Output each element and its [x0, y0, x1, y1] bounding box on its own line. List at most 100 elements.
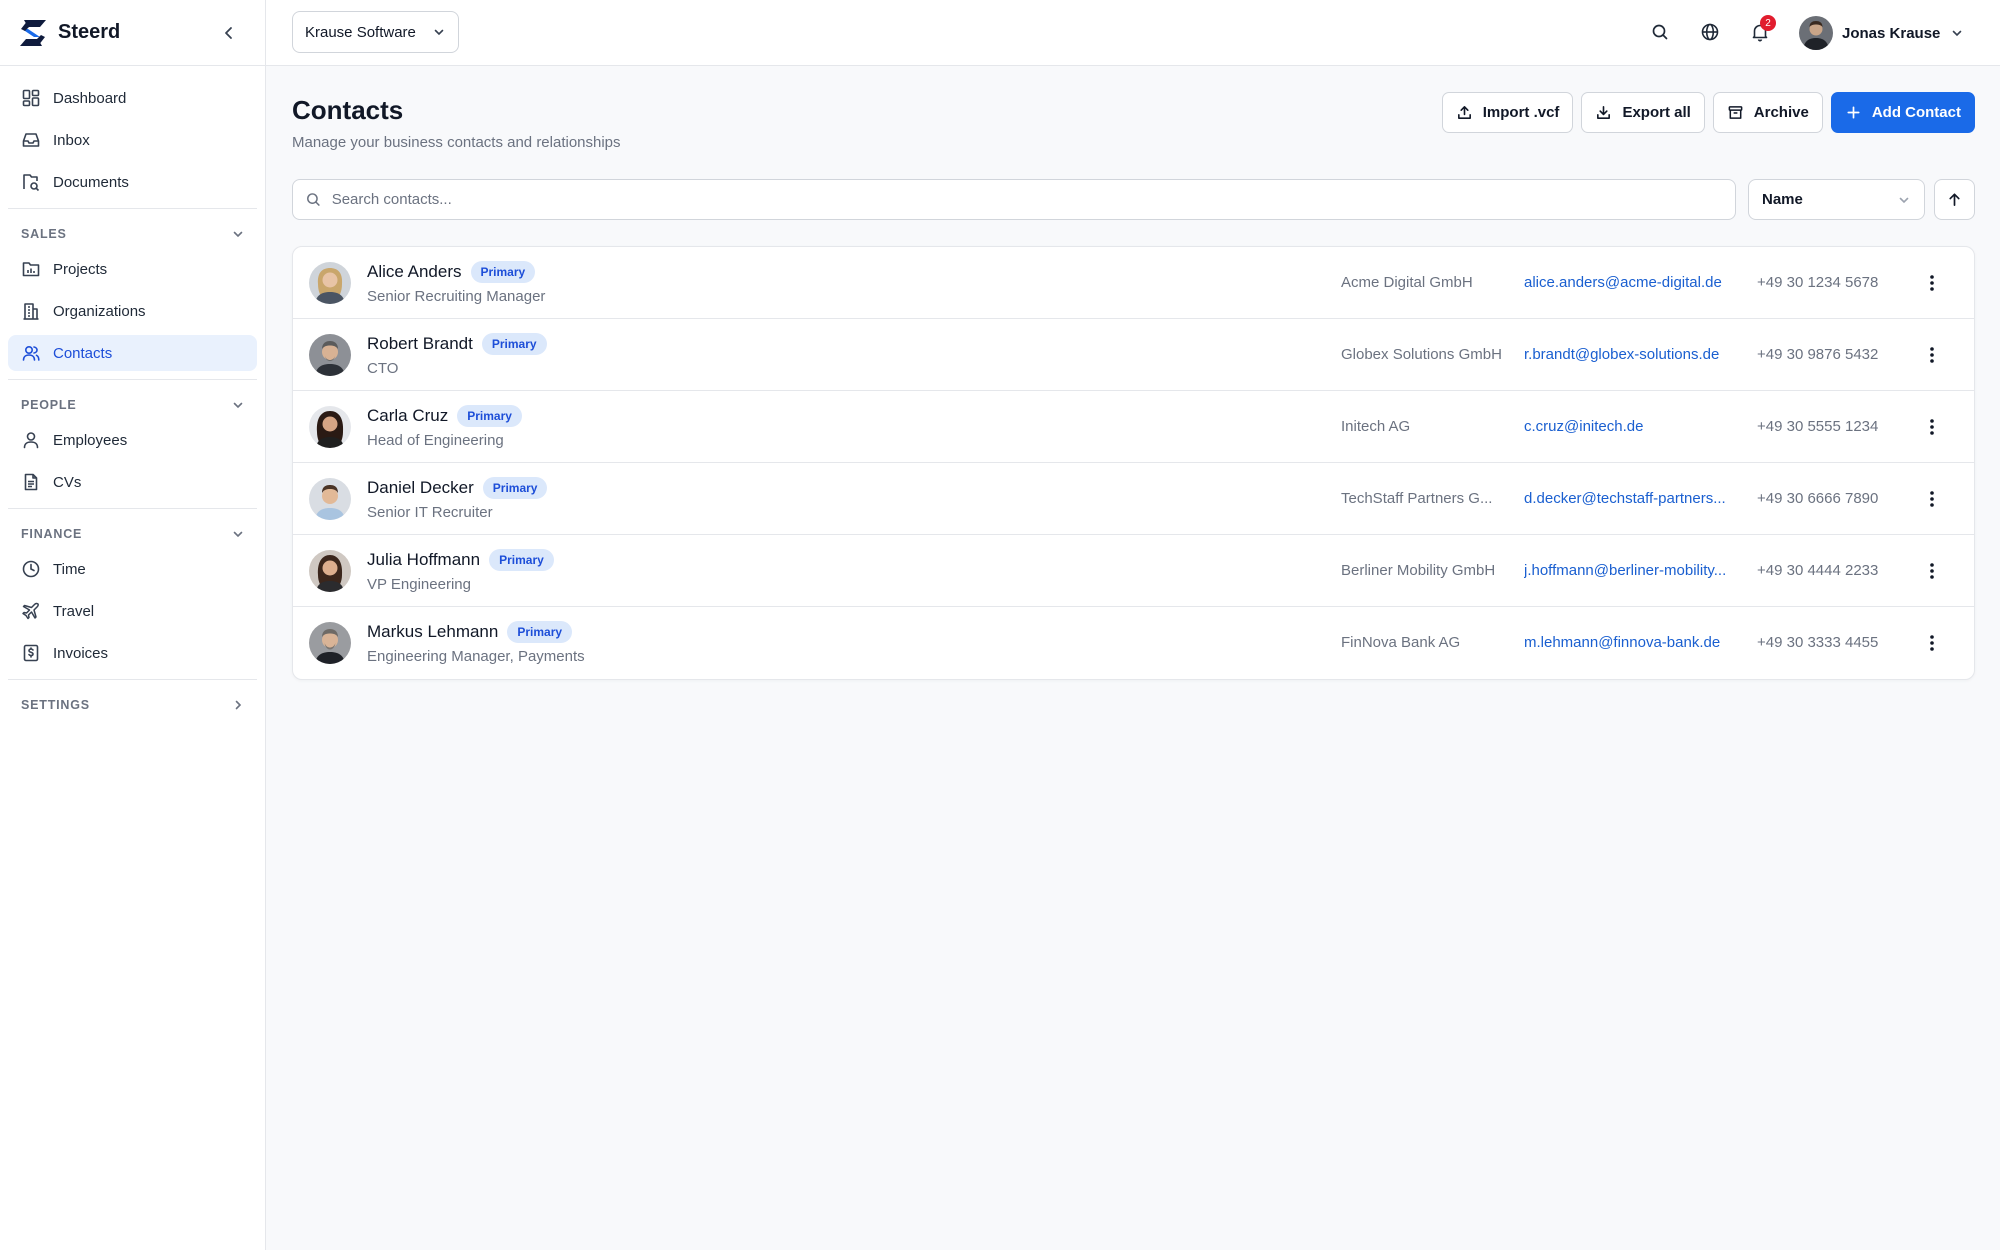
plane-icon — [22, 602, 39, 620]
contact-phone: +49 30 6666 7890 — [1757, 490, 1879, 507]
primary-badge: Primary — [489, 549, 554, 571]
notification-count-badge: 2 — [1760, 15, 1776, 31]
contact-row[interactable]: Markus Lehmann Primary Engineering Manag… — [293, 607, 1974, 679]
contact-email-link[interactable]: r.brandt@globex-solutions.de — [1524, 346, 1742, 363]
sidebar-item-travel[interactable]: Travel — [8, 593, 257, 629]
archive-icon — [1728, 106, 1743, 119]
button-label: Import .vcf — [1482, 104, 1560, 121]
avatar — [309, 478, 351, 520]
primary-badge: Primary — [470, 261, 536, 283]
contact-name: Julia Hoffmann — [367, 550, 481, 569]
sidebar-item-inbox[interactable]: Inbox — [8, 122, 257, 158]
sidebar-item-invoices[interactable]: Invoices — [8, 635, 257, 671]
contact-company: FinNova Bank AG — [1341, 634, 1461, 651]
contact-email-link[interactable]: c.cruz@initech.de — [1524, 418, 1742, 435]
sidebar-divider — [8, 379, 257, 380]
contact-company: Globex Solutions GmbH — [1341, 346, 1502, 363]
archive-button[interactable]: Archive — [1712, 92, 1823, 133]
chevron-down-icon — [233, 231, 243, 238]
sidebar-item-label: Organizations — [53, 302, 146, 320]
add-contact-button[interactable]: Add Contact — [1830, 92, 1975, 133]
more-options-icon[interactable] — [1920, 271, 1944, 295]
sidebar-item-label: Travel — [53, 602, 95, 620]
contact-phone: +49 30 3333 4455 — [1757, 634, 1879, 651]
sidebar-item-dashboard[interactable]: Dashboard — [8, 80, 257, 116]
search-icon[interactable] — [1649, 21, 1671, 43]
contact-row[interactable]: Robert Brandt Primary CTO Globex Solutio… — [293, 319, 1974, 391]
contact-name: Robert Brandt — [367, 334, 473, 353]
section-label: FINANCE — [21, 527, 83, 541]
section-header-settings[interactable]: SETTINGS — [8, 688, 257, 722]
contact-email-link[interactable]: alice.anders@acme-digital.de — [1524, 274, 1742, 291]
sidebar: Steerd Dashboard Inbox Documents SALES P… — [0, 0, 266, 1250]
sidebar-divider — [8, 679, 257, 680]
avatar — [309, 406, 351, 448]
more-options-icon[interactable] — [1920, 559, 1944, 583]
contact-role: Senior Recruiting Manager — [367, 288, 546, 305]
sort-direction-button[interactable] — [1934, 179, 1975, 220]
contact-name: Carla Cruz — [367, 406, 449, 425]
sidebar-item-projects[interactable]: Projects — [8, 251, 257, 287]
contact-email-link[interactable]: d.decker@techstaff-partners... — [1524, 490, 1742, 507]
sidebar-item-label: Employees — [53, 431, 128, 449]
steerd-logo-icon — [20, 19, 46, 46]
folder-chart-icon — [22, 262, 40, 277]
user-icon — [23, 432, 39, 449]
section-label: PEOPLE — [21, 398, 77, 412]
search-field[interactable] — [292, 179, 1736, 220]
contact-row[interactable]: Julia Hoffmann Primary VP Engineering Be… — [293, 535, 1974, 607]
contact-email-link[interactable]: j.hoffmann@berliner-mobility... — [1524, 562, 1742, 579]
globe-icon[interactable] — [1699, 21, 1721, 43]
sort-field-select[interactable]: Name — [1748, 179, 1925, 220]
documents-icon — [23, 174, 40, 192]
sidebar-divider — [8, 508, 257, 509]
sidebar-item-time[interactable]: Time — [8, 551, 257, 587]
avatar — [309, 334, 351, 376]
sidebar-item-label: Time — [53, 560, 86, 578]
sidebar-item-documents[interactable]: Documents — [8, 164, 257, 200]
sidebar-item-contacts[interactable]: Contacts — [8, 335, 257, 371]
import-vcf-button[interactable]: Import .vcf — [1441, 92, 1574, 133]
chevron-down-icon — [233, 402, 243, 409]
more-options-icon[interactable] — [1920, 487, 1944, 511]
chevron-down-icon — [434, 29, 444, 36]
section-header-people[interactable]: PEOPLE — [8, 388, 257, 422]
contact-phone: +49 30 4444 2233 — [1757, 562, 1879, 579]
sidebar-item-organizations[interactable]: Organizations — [8, 293, 257, 329]
contact-role: Senior IT Recruiter — [367, 504, 493, 521]
sidebar-item-label: Projects — [53, 260, 108, 278]
section-header-sales[interactable]: SALES — [8, 217, 257, 251]
user-menu[interactable]: Jonas Krause — [1799, 15, 1964, 51]
chevron-down-icon — [1899, 197, 1909, 203]
building-icon — [23, 303, 39, 320]
more-options-icon[interactable] — [1920, 631, 1944, 655]
avatar — [309, 622, 351, 664]
section-header-finance[interactable]: FINANCE — [8, 517, 257, 551]
clock-icon — [22, 560, 40, 578]
contact-role: Head of Engineering — [367, 432, 504, 449]
arrow-up-icon — [1949, 193, 1960, 207]
button-label: Archive — [1753, 104, 1809, 121]
contact-row[interactable]: Carla Cruz Primary Head of Engineering I… — [293, 391, 1974, 463]
search-input[interactable] — [331, 191, 1723, 208]
search-icon — [307, 193, 320, 206]
contact-row[interactable]: Alice Anders Primary Senior Recruiting M… — [293, 247, 1974, 319]
page-subtitle: Manage your business contacts and relati… — [292, 134, 621, 151]
export-all-button[interactable]: Export all — [1581, 92, 1705, 133]
sidebar-nav: Dashboard Inbox Documents SALES Projects… — [0, 66, 265, 722]
sidebar-item-label: Invoices — [53, 644, 109, 662]
sidebar-item-employees[interactable]: Employees — [8, 422, 257, 458]
contact-name-line: Robert Brandt Primary — [367, 333, 547, 355]
more-options-icon[interactable] — [1920, 343, 1944, 367]
collapse-sidebar-icon[interactable] — [219, 22, 239, 44]
more-options-icon[interactable] — [1920, 415, 1944, 439]
organization-switcher[interactable]: Krause Software — [292, 11, 459, 53]
sidebar-item-cvs[interactable]: CVs — [8, 464, 257, 500]
sidebar-divider — [8, 208, 257, 209]
contact-row[interactable]: Daniel Decker Primary Senior IT Recruite… — [293, 463, 1974, 535]
contact-email-link[interactable]: m.lehmann@finnova-bank.de — [1524, 634, 1742, 651]
sidebar-item-label: Documents — [53, 173, 129, 191]
brand-header: Steerd — [0, 0, 265, 66]
primary-badge: Primary — [481, 333, 547, 355]
organization-name: Krause Software — [305, 23, 416, 41]
